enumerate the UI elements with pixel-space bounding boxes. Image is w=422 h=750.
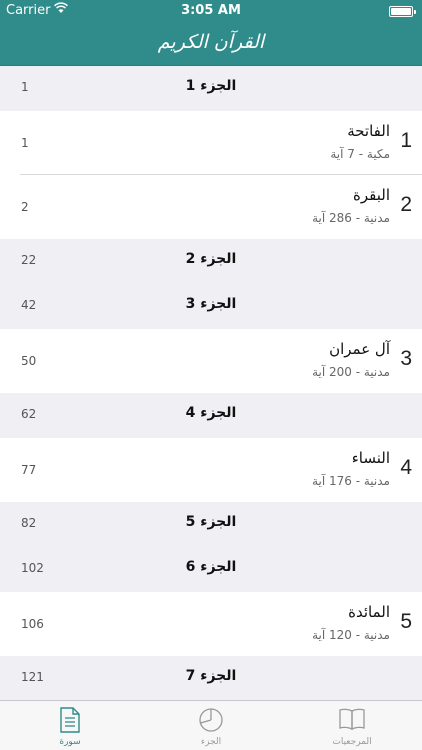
tab-bookmarks[interactable]: المرجعيات [282,701,422,750]
juz-section-row[interactable]: 62 الجزء 4 [0,393,422,438]
surah-name: المائدة [348,603,390,621]
surah-info: مدنية - 120 آية [312,628,390,642]
tab-label: المرجعيات [332,737,372,747]
juz-label: الجزء 6 [185,559,237,575]
surah-number: 4 [400,456,412,479]
surah-name: آل عمران [329,340,390,358]
surah-number: 3 [400,347,412,370]
juz-label: الجزء 4 [185,405,237,421]
tab-bar: سورة الجزء المرجعيات [0,700,422,750]
document-icon [59,707,81,737]
app-title: القرآن الكريم [157,31,265,53]
surah-number: 2 [400,193,412,216]
status-time: 3:05 AM [181,3,241,18]
page-number: 2 [21,200,29,214]
surah-number: 1 [400,129,412,152]
surah-row-al-fatiha[interactable]: 1 1 الفاتحة مكية - 7 آية [0,111,422,175]
page-number: 50 [21,354,37,368]
page-number: 77 [21,463,37,477]
surah-info: مدنية - 286 آية [312,211,390,225]
surah-info: مدنية - 200 آية [312,365,390,379]
surah-row-al-imran[interactable]: 50 3 آل عمران مدنية - 200 آية [0,329,422,393]
battery-icon [389,6,416,17]
juz-section-row[interactable]: 22 الجزء 2 [0,239,422,284]
navigation-bar: القرآن الكريم [0,22,422,66]
juz-section-row[interactable]: 42 الجزء 3 [0,284,422,329]
book-icon [338,707,366,735]
surah-list[interactable]: 1 الجزء 1 1 1 الفاتحة مكية - 7 آية 2 2 ا… [0,66,422,700]
juz-section-row[interactable]: 121 الجزء 7 [0,656,422,700]
juz-label: الجزء 1 [185,78,237,94]
juz-label: الجزء 7 [185,668,237,684]
juz-section-row[interactable]: 102 الجزء 6 [0,547,422,592]
juz-label: الجزء 2 [185,251,237,267]
surah-row-al-baqarah[interactable]: 2 2 البقرة مدنية - 286 آية [0,175,422,239]
page-number: 106 [21,617,44,631]
tab-label: سورة [59,737,81,747]
surah-info: مدنية - 176 آية [312,474,390,488]
juz-label: الجزء 5 [185,514,237,530]
pie-chart-icon [198,707,224,737]
surah-name: النساء [351,449,390,467]
tab-surah[interactable]: سورة [0,701,140,750]
surah-info: مكية - 7 آية [330,147,390,161]
surah-name: البقرة [353,186,390,204]
status-bar: Carrier 3:05 AM [0,0,422,22]
juz-label: الجزء 3 [185,296,237,312]
surah-number: 5 [400,610,412,633]
juz-section-row[interactable]: 1 الجزء 1 [0,66,422,111]
surah-row-al-maidah[interactable]: 106 5 المائدة مدنية - 120 آية [0,592,422,656]
surah-name: الفاتحة [347,122,390,140]
tab-label: الجزء [200,737,222,747]
tab-juz[interactable]: الجزء [141,701,281,750]
juz-section-row[interactable]: 82 الجزء 5 [0,502,422,547]
page-number: 1 [21,136,29,150]
surah-row-an-nisa[interactable]: 77 4 النساء مدنية - 176 آية [0,438,422,502]
